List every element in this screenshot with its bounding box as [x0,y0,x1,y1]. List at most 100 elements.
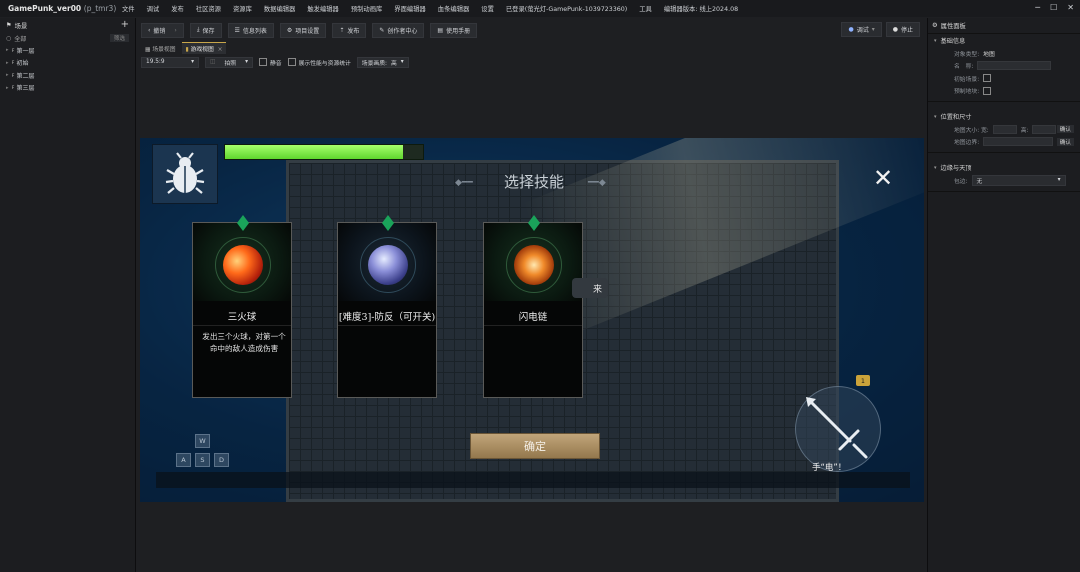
size-section: ▾ 位置和尺寸 地图大小: 宽: 高: 确认 地图边界: 确认 [928,110,1080,153]
project-settings-button[interactable]: ⚙ 项目设置 [279,22,327,38]
map-width-field[interactable] [992,124,1017,134]
preset-checkbox[interactable] [983,86,992,95]
chevron-down-icon: ▾ [191,59,194,65]
chevron-right-icon[interactable]: ▸ [6,85,9,91]
preset-row: 预制地块: [928,85,1080,98]
minimize-icon[interactable]: ─ [1035,3,1040,12]
menu-file[interactable]: 文件 [116,4,141,13]
key-d[interactable]: D [214,453,229,467]
tab-game-view[interactable]: ▮ 游戏视图 × [181,42,227,54]
upload-icon: ⇡ [339,26,345,34]
edge-section-header[interactable]: ▾ 边缘与天顶 [928,161,1080,174]
section-label: 基础信息 [940,38,966,45]
map-border-field[interactable] [983,137,1054,147]
publish-button[interactable]: ⇡ 发布 [332,22,367,38]
capture-mode-select[interactable]: ◫ 拍照 ▾ [205,56,253,68]
menu-trigger-editor[interactable]: 触发编辑器 [301,4,344,13]
project-settings-label: 项目设置 [295,27,320,35]
map-height-field[interactable] [1032,124,1057,134]
size-section-header[interactable]: ▾ 位置和尺寸 [928,110,1080,123]
search-input[interactable]: 全部 [14,34,26,43]
close-tab-icon[interactable]: × [218,47,223,53]
add-scene-icon[interactable]: + [121,19,129,30]
maximize-icon[interactable]: ☐ [1050,3,1057,12]
view-options-bar: 19.5:9 ▾ ◫ 拍照 ▾ 静音 展示性能与资源统计 场景画质: 高 ▾ [137,54,926,70]
menu-publish[interactable]: 发布 [165,4,190,13]
tree-item-layer-1[interactable]: ▸ ꜰ 第一层 [0,44,135,57]
map-size-confirm-button[interactable]: 确认 [1056,125,1074,134]
menu-debug[interactable]: 调试 [141,4,166,13]
skill-card-fireball[interactable]: 三火球 发出三个火球，对第一个命中的敌人造成伤害 [192,215,292,398]
stats-toggle[interactable]: 展示性能与资源统计 [287,58,351,67]
skill-card-chain-lightning[interactable]: 闪电链 [483,215,583,398]
tab-scene-view[interactable]: ▦ 场景视图 [141,43,180,54]
publish-label: 发布 [347,27,360,35]
creator-center-button[interactable]: ✎ 创作者中心 [372,22,425,38]
close-icon[interactable]: ✕ [1067,3,1074,12]
tree-item-initial[interactable]: ▸ ꜰ 初始 [0,57,135,70]
filter-button[interactable]: 筛选 [109,34,129,42]
mute-toggle[interactable]: 静音 [259,58,282,67]
login-status[interactable]: 已登录(萤光灯-GamePunk-1039723360) [500,4,633,13]
lightning-icon [514,245,554,285]
menu-ui-editor[interactable]: 界面编辑器 [388,4,431,13]
debug-icon: ● [848,26,854,33]
menu-animation-lib[interactable]: 预制动画库 [345,4,388,13]
menu-community[interactable]: 社区资源 [190,4,227,13]
menu-assets[interactable]: 资源库 [227,4,258,13]
initial-scene-checkbox[interactable] [983,74,992,83]
key-a[interactable]: A [176,453,191,467]
chat-bar[interactable] [156,472,910,488]
info-list-label: 信息列表 [242,27,267,35]
chevron-down-icon[interactable]: ▾ [872,26,875,33]
initial-scene-row: 初始场景: [928,72,1080,85]
manual-button[interactable]: ▤ 使用手册 [430,22,478,38]
chevron-right-icon[interactable]: ▸ [6,47,9,53]
chevron-down-icon[interactable]: ▾ [934,165,937,171]
chevron-right-icon[interactable]: ▸ [6,72,9,78]
tree-item-layer-2[interactable]: ▸ ꜰ 第二层 [0,69,135,82]
stop-button[interactable]: ● 停止 [885,22,920,37]
menu-data-editor[interactable]: 数据编辑器 [258,4,301,13]
game-view-icon: ▮ [185,47,189,53]
app-name: GamePunk_ver00 [8,4,82,13]
mute-checkbox[interactable] [259,58,267,66]
card-divider [193,325,291,326]
debug-button[interactable]: ● 调试 ▾ [841,22,882,37]
menu-settings[interactable]: 设置 [475,4,500,13]
tree-item-label: 初始 [16,60,29,68]
key-s[interactable]: S [195,453,210,467]
wrap-select[interactable]: 无 ▾ [971,174,1066,186]
tree-item-layer-3[interactable]: ▸ ꜰ 第三层 [0,82,135,95]
height-label: 高: [1020,127,1029,134]
background-button[interactable]: 来 [572,278,608,298]
redo-icon[interactable]: › [174,27,176,34]
menu-hp-editor[interactable]: 血条编辑器 [432,4,475,13]
chevron-right-icon[interactable]: ▸ [6,60,9,66]
scene-search[interactable]: ○ 全部 筛选 [0,32,135,44]
chevron-down-icon[interactable]: ▾ [934,114,937,120]
map-border-confirm-button[interactable]: 确认 [1056,137,1074,146]
card-art [338,223,436,301]
skill-button[interactable] [795,386,881,472]
close-dialog-icon[interactable]: ✕ [873,166,893,190]
stats-checkbox[interactable] [287,58,296,66]
object-type-row: 对象类型: 地图 [928,47,1080,60]
basic-info-header[interactable]: ▾ 基础信息 [928,34,1080,47]
map-size-row: 地图大小: 宽: 高: 确认 [928,123,1080,136]
key-w[interactable]: W [195,434,210,448]
confirm-button[interactable]: 确定 [470,433,600,459]
aspect-ratio-select[interactable]: 19.5:9 ▾ [141,56,199,68]
game-viewport[interactable]: ◆━━ 选择技能 ━━◆ ✕ 三火球 发出三个火球，对第一个命中的敌人造成伤害 … [140,138,924,502]
undo-button[interactable]: ‹ 撤销 › [141,22,184,38]
save-label: 保存 [202,27,215,35]
skill-card-parry[interactable]: [难度3]-防反（可开关) [337,215,437,398]
card-name: 三火球 [227,312,257,323]
info-list-button[interactable]: ☰ 信息列表 [227,22,274,38]
quality-select[interactable]: 场景画质: 高 ▾ [356,56,409,68]
name-field[interactable] [977,61,1052,71]
chevron-down-icon[interactable]: ▾ [934,38,937,44]
save-button[interactable]: ⤓ 保存 [189,22,222,38]
menu-tools[interactable]: 工具 [633,4,658,13]
mute-label: 静音 [270,60,282,67]
